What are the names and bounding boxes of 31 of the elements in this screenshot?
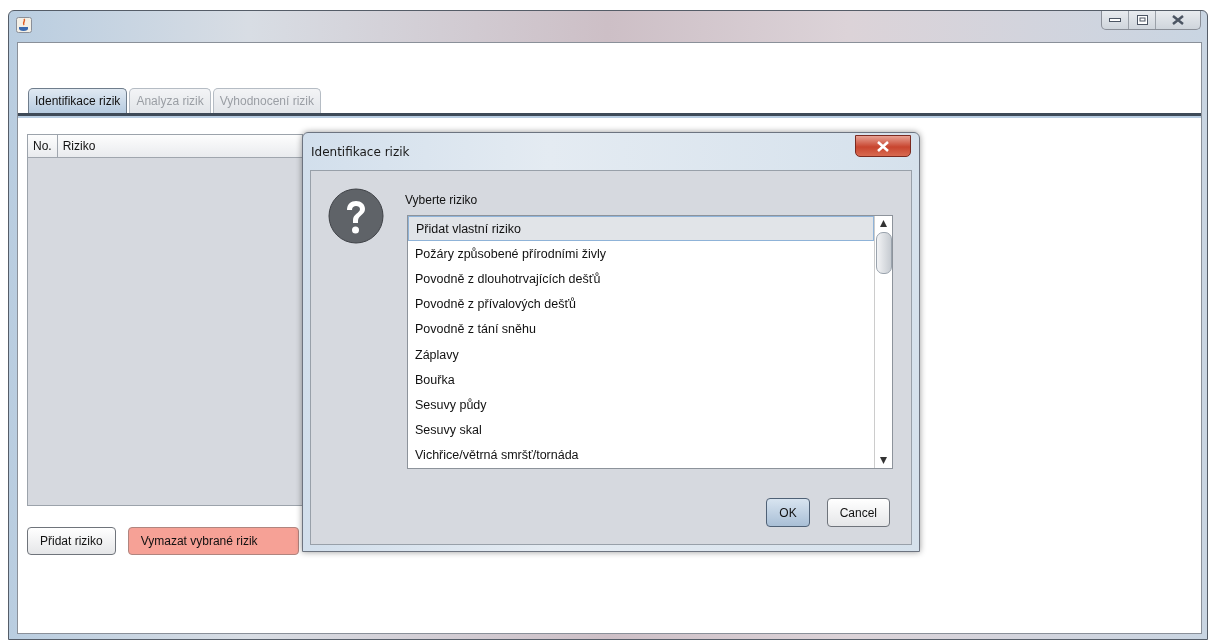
list-item[interactable]: Povodně z přívalových dešťů — [408, 291, 874, 317]
close-button[interactable] — [855, 135, 911, 157]
tab[interactable]: Identifikace rizik — [28, 88, 128, 113]
app-icon — [16, 17, 32, 33]
scrollbar[interactable] — [874, 216, 892, 468]
list-item[interactable]: Vichřice/větrná smršť/tornáda — [408, 442, 874, 468]
list-item[interactable]: Přidat vlastní riziko — [408, 216, 874, 242]
list-item[interactable]: Sesuvy půdy — [408, 392, 874, 418]
scroll-down-icon[interactable] — [879, 456, 888, 465]
scroll-up-icon[interactable] — [879, 219, 888, 228]
close-icon — [1172, 15, 1184, 25]
question-icon — [328, 188, 384, 244]
delete-button[interactable]: Vymazat vybrané rizik — [127, 527, 299, 555]
list-item[interactable]: Záplavy — [408, 341, 874, 368]
column-header[interactable]: No. — [28, 135, 58, 157]
dialog-title: Identifikace rizik — [311, 145, 410, 161]
close-icon — [876, 140, 890, 152]
list-item[interactable]: Sesuvy skal — [408, 417, 874, 443]
column-header[interactable]: Riziko — [57, 135, 302, 157]
maximize-icon — [1136, 15, 1148, 25]
ok-button[interactable]: OK — [766, 498, 810, 527]
list-item[interactable]: Povodně z tání sněhu — [408, 316, 874, 342]
list-item[interactable]: Povodně z dlouhotrvajících dešťů — [408, 266, 874, 292]
prompt-label: Vyberte riziko — [405, 193, 478, 207]
add-button[interactable]: Přidat riziko — [27, 527, 116, 555]
scroll-thumb[interactable] — [875, 232, 892, 274]
minimize-icon — [1109, 17, 1121, 23]
risk-list[interactable] — [407, 215, 893, 469]
list-item[interactable]: Bouřka — [408, 367, 874, 393]
list-item[interactable]: Požáry způsobené přírodními živly — [408, 241, 874, 267]
cancel-button[interactable]: Cancel — [826, 498, 890, 527]
